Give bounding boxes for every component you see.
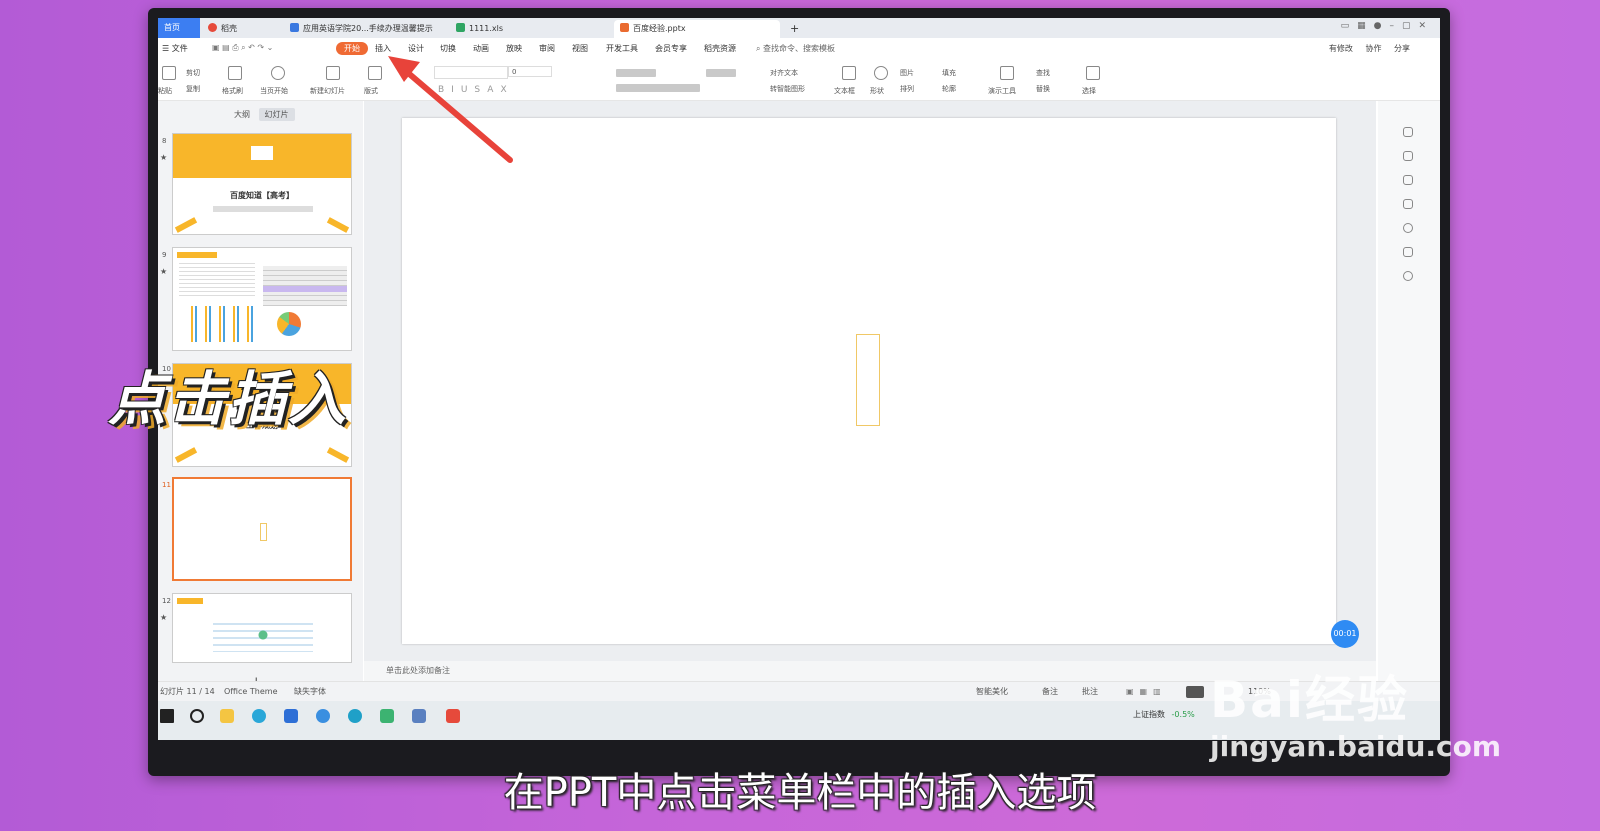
- watermark-url: jingyan.baidu.com: [1210, 730, 1502, 763]
- arrow-shaft: [397, 63, 513, 163]
- overlay-title: 点击插入: [108, 365, 349, 433]
- subtitle-caption: 在PPT中点击菜单栏中的插入选项: [503, 770, 1097, 816]
- baidu-watermark: Bai经验 jingyan.baidu.com: [1210, 660, 1501, 763]
- watermark-brand: Bai经验: [1210, 671, 1409, 729]
